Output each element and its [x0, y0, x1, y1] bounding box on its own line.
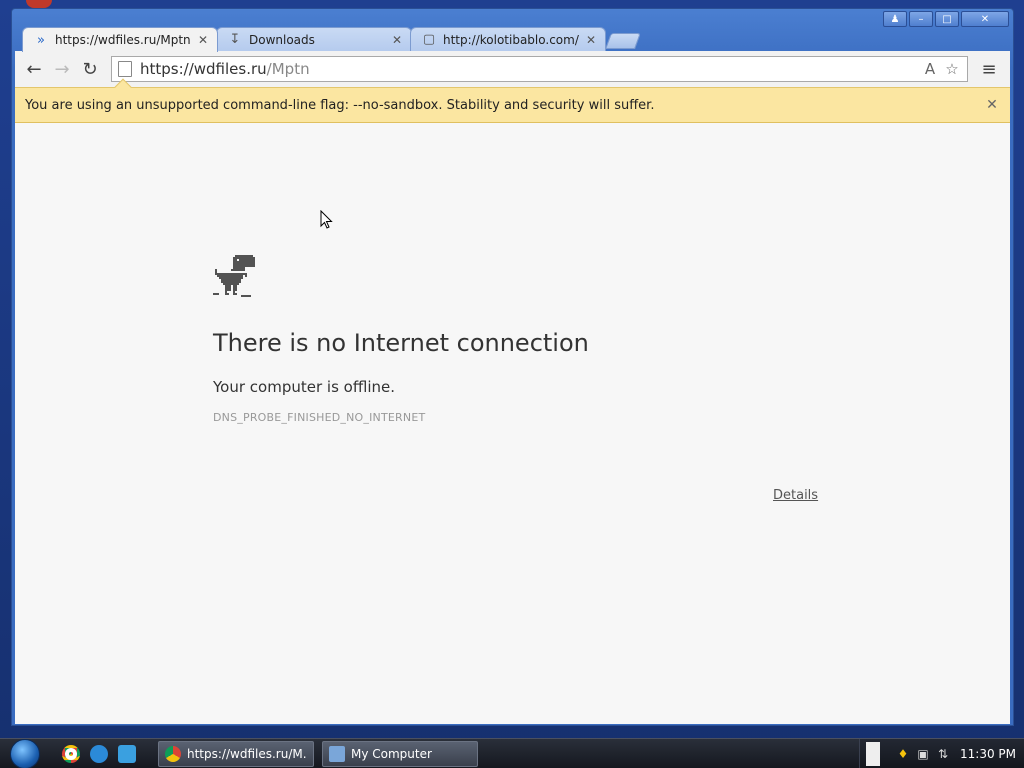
tab-kolotibablo[interactable]: ▢ http://kolotibablo.com/ is ✕ [410, 27, 606, 51]
address-bar[interactable]: https://wdfiles.ru /Mptn А ☆ [111, 56, 968, 82]
network-status-icon[interactable]: ⇅ [936, 747, 950, 761]
details-link[interactable]: Details [773, 488, 818, 503]
tab-close-icon[interactable]: ✕ [195, 33, 211, 47]
system-tray: ♦ ▣ ⇅ 11:30 PM [859, 739, 1024, 768]
translate-icon[interactable]: А [921, 60, 939, 78]
redirect-icon: » [37, 32, 45, 48]
dinosaur-icon [213, 255, 255, 297]
computer-icon [329, 745, 345, 762]
reload-button[interactable]: ↻ [77, 56, 103, 82]
tab-strip: » https://wdfiles.ru/Mptn is ✕ ↧ Downloa… [22, 27, 662, 52]
infobar-message: You are using an unsupported command-lin… [25, 97, 655, 113]
browser-window: ♟ – □ ✕ » https://wdfiles.ru/Mptn is ✕ ↧… [11, 8, 1014, 726]
error-code: DNS_PROBE_FINISHED_NO_INTERNET [213, 411, 426, 424]
start-button[interactable] [10, 738, 40, 768]
url-path: /Mptn [266, 60, 310, 78]
close-window-button[interactable]: ✕ [961, 11, 1009, 27]
error-subtitle: Your computer is offline. [213, 378, 395, 396]
minimize-button[interactable]: – [909, 11, 933, 27]
ie-icon[interactable] [90, 744, 108, 763]
tab-close-icon[interactable]: ✕ [389, 33, 405, 47]
window-controls: ♟ – □ ✕ [883, 11, 1009, 27]
tab-title: Downloads [249, 32, 315, 47]
desktop-icon-fragment [26, 0, 52, 8]
page-icon [118, 61, 132, 77]
page-content: There is no Internet connection Your com… [15, 123, 1010, 724]
download-icon: ↧ [229, 32, 241, 47]
security-shield-icon[interactable]: ♦ [896, 747, 910, 761]
tab-close-icon[interactable]: ✕ [583, 33, 599, 47]
back-button[interactable]: ← [21, 56, 47, 82]
quick-launch [62, 744, 136, 763]
error-title: There is no Internet connection [213, 329, 589, 357]
chrome-icon[interactable] [62, 744, 80, 763]
url-host: https://wdfiles.ru [140, 60, 267, 78]
infobar-close-icon[interactable]: ✕ [984, 97, 1000, 113]
network-icon[interactable]: ▣ [916, 747, 930, 761]
chrome-icon [165, 745, 181, 762]
menu-icon[interactable]: ≡ [974, 59, 1004, 80]
sandbox-warning-infobar: You are using an unsupported command-lin… [15, 78, 1010, 123]
maximize-button[interactable]: □ [935, 11, 959, 27]
taskbar-button-label: https://wdfiles.ru/M... [187, 746, 307, 761]
taskbar-button-my-computer[interactable]: My Computer [322, 740, 478, 767]
tab-wdfiles[interactable]: » https://wdfiles.ru/Mptn is ✕ [22, 27, 218, 52]
taskbar-button-browser[interactable]: https://wdfiles.ru/M... [158, 740, 314, 767]
keyboard-icon[interactable] [866, 742, 880, 766]
tab-downloads[interactable]: ↧ Downloads ✕ [216, 27, 412, 51]
taskbar-button-label: My Computer [351, 746, 432, 761]
profile-button[interactable]: ♟ [883, 11, 907, 27]
tab-title: http://kolotibablo.com/ is [443, 32, 583, 47]
star-icon[interactable]: ☆ [943, 60, 961, 78]
new-tab-button[interactable] [605, 33, 641, 49]
forward-button[interactable]: → [49, 56, 75, 82]
taskbar: https://wdfiles.ru/M... My Computer ♦ ▣ … [0, 738, 1024, 768]
tab-title: https://wdfiles.ru/Mptn is [55, 33, 195, 47]
page-icon: ▢ [422, 32, 436, 47]
media-icon[interactable] [118, 744, 136, 763]
clock[interactable]: 11:30 PM [960, 747, 1016, 761]
mouse-cursor-icon [320, 210, 333, 229]
toolbar: ← → ↻ https://wdfiles.ru /Mptn А ☆ ≡ [15, 51, 1010, 87]
